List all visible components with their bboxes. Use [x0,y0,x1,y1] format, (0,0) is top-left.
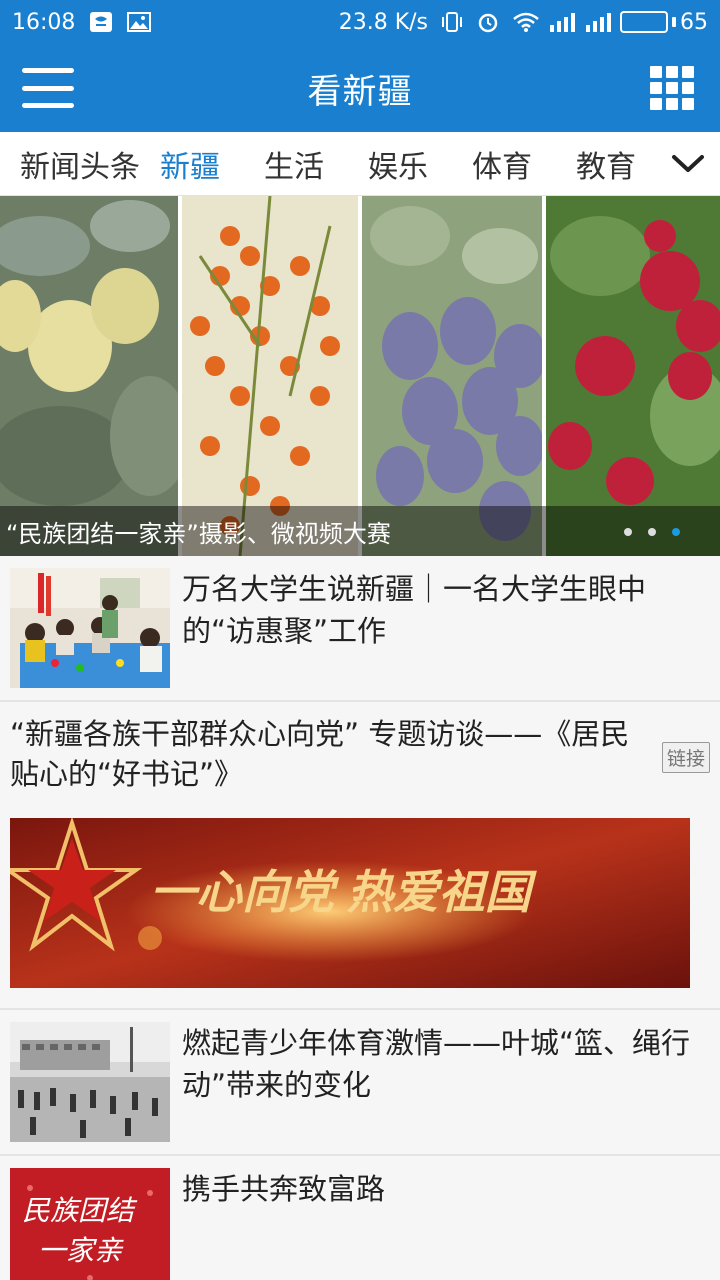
news-headline: 万名大学生说新疆｜一名大学生眼中的“访惠聚”工作 [182,572,647,648]
carousel-dot [648,528,656,536]
grid-apps-icon[interactable] [650,66,694,110]
featured-banner[interactable]: “民族团结一家亲”摄影、微视频大赛 [0,196,720,556]
tab-sports[interactable]: 体育 [452,142,556,186]
tab-life[interactable]: 生活 [244,142,348,186]
news-thumbnail [10,1022,170,1142]
status-bar: 16:08 23.8 K/s 65 [0,0,720,44]
banner-caption: “民族团结一家亲”摄影、微视频大赛 [0,506,720,556]
tab-entertainment[interactable]: 娱乐 [348,142,452,186]
thumbnail-text: 民族团结 [22,1196,138,1227]
carousel-dot [624,528,632,536]
chevron-down-icon[interactable] [656,132,720,195]
alarm-icon [476,11,500,33]
vibrate-icon [440,11,464,33]
battery-indicator: 65 [620,10,708,35]
network-speed: 23.8 K/s [338,9,428,35]
news-item[interactable]: 燃起青少年体育激情——叶城“篮、绳行动”带来的变化 [0,1010,720,1156]
tab-education[interactable]: 教育 [556,142,660,186]
notification-app-icon [89,11,113,33]
category-tabs: 新闻头条 新疆 生活 娱乐 体育 教育 [0,132,720,196]
news-feature-image: 一心向党 热爱祖国 [10,818,690,988]
carousel-dot-active [672,528,680,536]
news-item-featured[interactable]: “新疆各族干部群众心向党” 专题访谈——《居民贴心的“好书记”》 链接 一心向党… [0,702,720,1010]
battery-tip [672,17,676,27]
app-title: 看新疆 [307,71,413,112]
news-headline: “新疆各族干部群众心向党” 专题访谈——《居民贴心的“好书记”》 [10,717,630,791]
news-thumbnail [10,568,170,688]
battery-percent: 65 [680,9,708,35]
banner-fruit-image [0,196,720,556]
tab-xinjiang[interactable]: 新疆 [140,142,244,186]
image-notification-icon [127,11,152,33]
wifi-icon [512,11,539,33]
feature-image-text: 一心向党 热爱祖国 [150,866,538,918]
status-time: 16:08 [12,9,76,35]
news-item[interactable]: 民族团结 一家亲 携手共奔致富路 [0,1156,720,1280]
news-list: 万名大学生说新疆｜一名大学生眼中的“访惠聚”工作 “新疆各族干部群众心向党” 专… [0,556,720,1280]
battery-icon [620,11,668,33]
signal-icon [548,11,575,33]
news-headline: 携手共奔致富路 [182,1172,386,1206]
hamburger-menu-icon[interactable] [22,68,74,108]
link-tag: 链接 [661,742,710,773]
signal-3g-icon [584,11,611,33]
app-bar: 看新疆 [0,44,720,132]
news-headline: 燃起青少年体育激情——叶城“篮、绳行动”带来的变化 [182,1026,691,1102]
tab-headlines[interactable]: 新闻头条 [0,142,140,186]
carousel-indicator [624,528,680,536]
news-item[interactable]: 万名大学生说新疆｜一名大学生眼中的“访惠聚”工作 [0,556,720,702]
news-thumbnail: 民族团结 一家亲 [10,1168,170,1280]
thumbnail-text: 一家亲 [38,1236,124,1267]
